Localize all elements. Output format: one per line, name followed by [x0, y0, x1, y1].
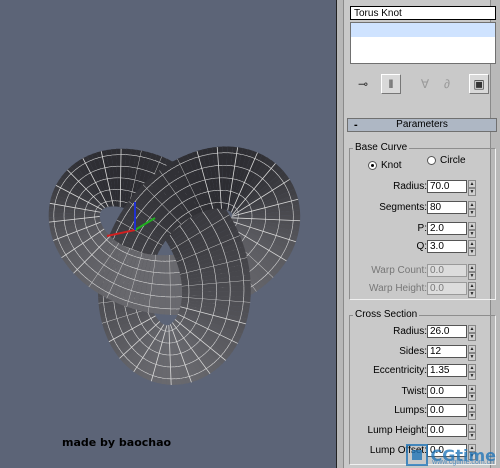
- lumps-label: Lumps:: [394, 405, 427, 416]
- p-field: P: 2.0 ▲ ▼: [337, 222, 477, 238]
- parameters-rollout-header[interactable]: - Parameters: [347, 118, 497, 132]
- eccentricity-field: Eccentricity: 1.35 ▲ ▼: [337, 364, 477, 380]
- pin-stack-icon[interactable]: ⊸: [353, 74, 373, 94]
- lump-height-spinner[interactable]: ▲ ▼: [468, 424, 476, 440]
- segments-input[interactable]: 80: [427, 201, 467, 214]
- circle-radio-dot: [427, 156, 436, 165]
- base-radius-input[interactable]: 70.0: [427, 180, 467, 193]
- lumps-input[interactable]: 0.0: [427, 404, 467, 417]
- cs-radius-spinner[interactable]: ▲ ▼: [468, 325, 476, 341]
- knot-radio-dot: [368, 161, 377, 170]
- cgtime-watermark: CGtime www.cgtime.com.cn: [406, 444, 496, 466]
- warp-height-spinner[interactable]: ▲ ▼: [468, 282, 476, 298]
- warp-count-label: Warp Count:: [371, 265, 427, 276]
- lump-height-label: Lump Height:: [367, 425, 427, 436]
- p-label: P:: [417, 223, 427, 234]
- twist-label: Twist:: [401, 386, 427, 397]
- twist-spinner[interactable]: ▲ ▼: [468, 385, 476, 401]
- circle-label: Circle: [440, 155, 466, 166]
- author-caption: made by baochao: [62, 436, 172, 449]
- warp-count-field: Warp Count: 0.0 ▲ ▼: [337, 264, 477, 280]
- eccentricity-input[interactable]: 1.35: [427, 364, 467, 377]
- warp-height-field: Warp Height: 0.0 ▲ ▼: [337, 282, 477, 298]
- q-spinner[interactable]: ▲ ▼: [468, 240, 476, 256]
- cs-radius-label: Radius:: [393, 326, 427, 337]
- remove-modifier-icon[interactable]: ∂: [437, 74, 457, 94]
- warp-count-spinner[interactable]: ▲ ▼: [468, 264, 476, 280]
- base-radius-spinner[interactable]: ▲ ▼: [468, 180, 476, 196]
- lumps-field: Lumps: 0.0 ▲ ▼: [337, 404, 477, 420]
- torus-knot-mesh: [48, 146, 301, 385]
- circle-radio[interactable]: Circle: [427, 155, 466, 166]
- base-radius-label: Radius:: [393, 181, 427, 192]
- lumps-spinner[interactable]: ▲ ▼: [468, 404, 476, 420]
- eccentricity-label: Eccentricity:: [373, 365, 427, 376]
- viewport[interactable]: made by baochao: [0, 0, 336, 468]
- modifier-stack-toolbar: ⊸ ‖ ∀ ∂ ▣: [345, 72, 495, 98]
- p-input[interactable]: 2.0: [427, 222, 467, 235]
- base-radius-field: Radius: 70.0 ▲ ▼: [337, 180, 477, 196]
- segments-spinner[interactable]: ▲ ▼: [468, 201, 476, 217]
- lump-height-input[interactable]: 0.0: [427, 424, 467, 437]
- twist-input[interactable]: 0.0: [427, 385, 467, 398]
- cs-radius-input[interactable]: 26.0: [427, 325, 467, 338]
- make-unique-icon[interactable]: ∀: [415, 74, 435, 94]
- sides-input[interactable]: 12: [427, 345, 467, 358]
- warp-height-label: Warp Height:: [369, 283, 427, 294]
- knot-label: Knot: [381, 160, 402, 171]
- command-panel: Torus Knot ⊸ ‖ ∀ ∂ ▣ - Parameters Base C…: [336, 0, 500, 468]
- knot-tube: [48, 146, 301, 385]
- segments-field: Segments: 80 ▲ ▼: [337, 201, 477, 217]
- cs-radius-field: Radius: 26.0 ▲ ▼: [337, 325, 477, 341]
- q-label: Q:: [416, 241, 427, 252]
- cross-section-title: Cross Section: [353, 309, 420, 321]
- twist-field: Twist: 0.0 ▲ ▼: [337, 385, 477, 401]
- cgtime-logo-icon: [406, 444, 429, 466]
- rollout-title: Parameters: [396, 119, 448, 130]
- p-spinner[interactable]: ▲ ▼: [468, 222, 476, 238]
- sides-field: Sides: 12 ▲ ▼: [337, 345, 477, 361]
- q-field: Q: 3.0 ▲ ▼: [337, 240, 477, 256]
- knot-radio[interactable]: Knot: [368, 160, 402, 171]
- base-curve-title: Base Curve: [353, 142, 410, 154]
- q-input[interactable]: 3.0: [427, 240, 467, 253]
- show-end-result-icon[interactable]: ‖: [381, 74, 401, 94]
- lump-height-field: Lump Height: 0.0 ▲ ▼: [337, 424, 477, 440]
- eccentricity-spinner[interactable]: ▲ ▼: [468, 364, 476, 380]
- warp-count-input[interactable]: 0.0: [427, 264, 467, 277]
- configure-modifier-sets-icon[interactable]: ▣: [469, 74, 489, 94]
- modifier-stack-list[interactable]: [350, 22, 496, 64]
- object-name-field[interactable]: Torus Knot: [350, 6, 496, 20]
- warp-height-input[interactable]: 0.0: [427, 282, 467, 295]
- watermark-subtext: www.cgtime.com.cn: [432, 459, 494, 466]
- sides-label: Sides:: [399, 346, 427, 357]
- segments-label: Segments:: [379, 202, 427, 213]
- sides-spinner[interactable]: ▲ ▼: [468, 345, 476, 361]
